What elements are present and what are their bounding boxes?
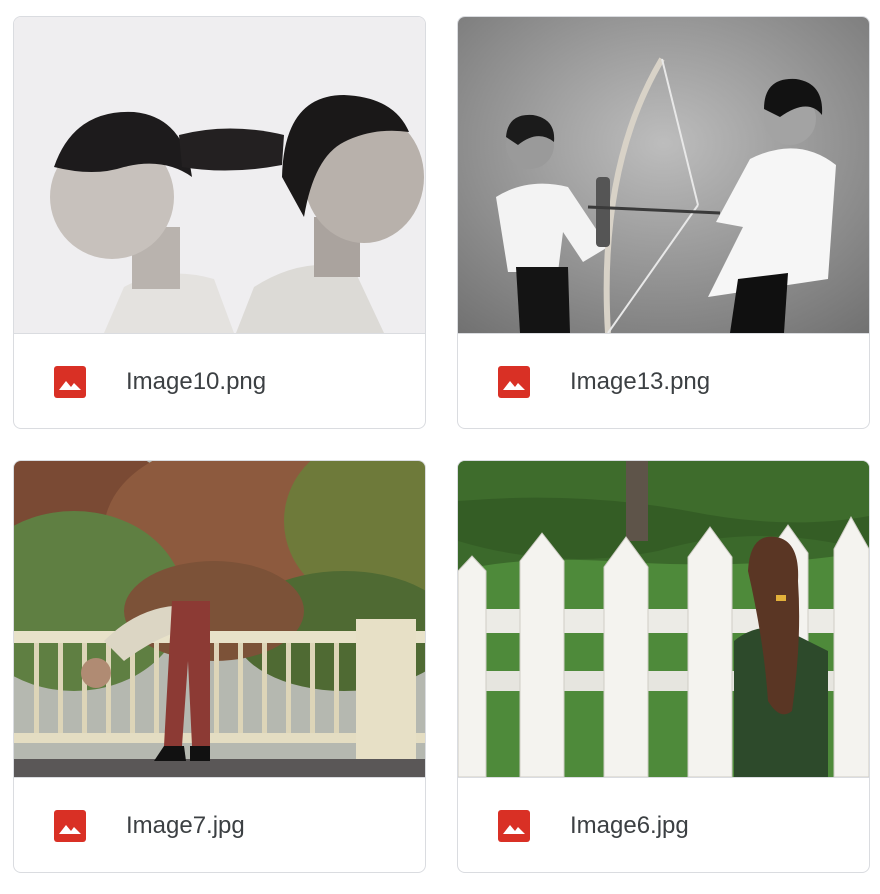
file-name: Image10.png (126, 368, 267, 395)
file-name: Image13.png (570, 368, 711, 395)
thumbnail-image (458, 461, 869, 777)
file-card[interactable]: Image6.jpg (457, 460, 870, 873)
file-info[interactable]: Image7.jpg (14, 778, 425, 872)
file-info[interactable]: Image10.png (14, 334, 425, 428)
file-card[interactable]: Image7.jpg (13, 460, 426, 873)
thumbnail-image (14, 461, 425, 777)
file-thumbnail[interactable] (458, 17, 869, 334)
file-thumbnail[interactable] (14, 461, 425, 778)
image-file-icon (498, 366, 530, 398)
file-thumbnail[interactable] (14, 17, 425, 334)
file-card[interactable]: Image10.png (13, 16, 426, 429)
file-name: Image7.jpg (126, 812, 245, 839)
thumbnail-image (14, 17, 425, 333)
thumbnail-image (458, 17, 869, 333)
image-file-icon (498, 810, 530, 842)
file-name: Image6.jpg (570, 812, 689, 839)
file-card[interactable]: Image13.png (457, 16, 870, 429)
file-info[interactable]: Image6.jpg (458, 778, 869, 872)
image-file-icon (54, 810, 86, 842)
file-thumbnail[interactable] (458, 461, 869, 778)
file-info[interactable]: Image13.png (458, 334, 869, 428)
file-grid: Image10.png Image13.png Image7.jpg Image… (0, 0, 880, 894)
image-file-icon (54, 366, 86, 398)
